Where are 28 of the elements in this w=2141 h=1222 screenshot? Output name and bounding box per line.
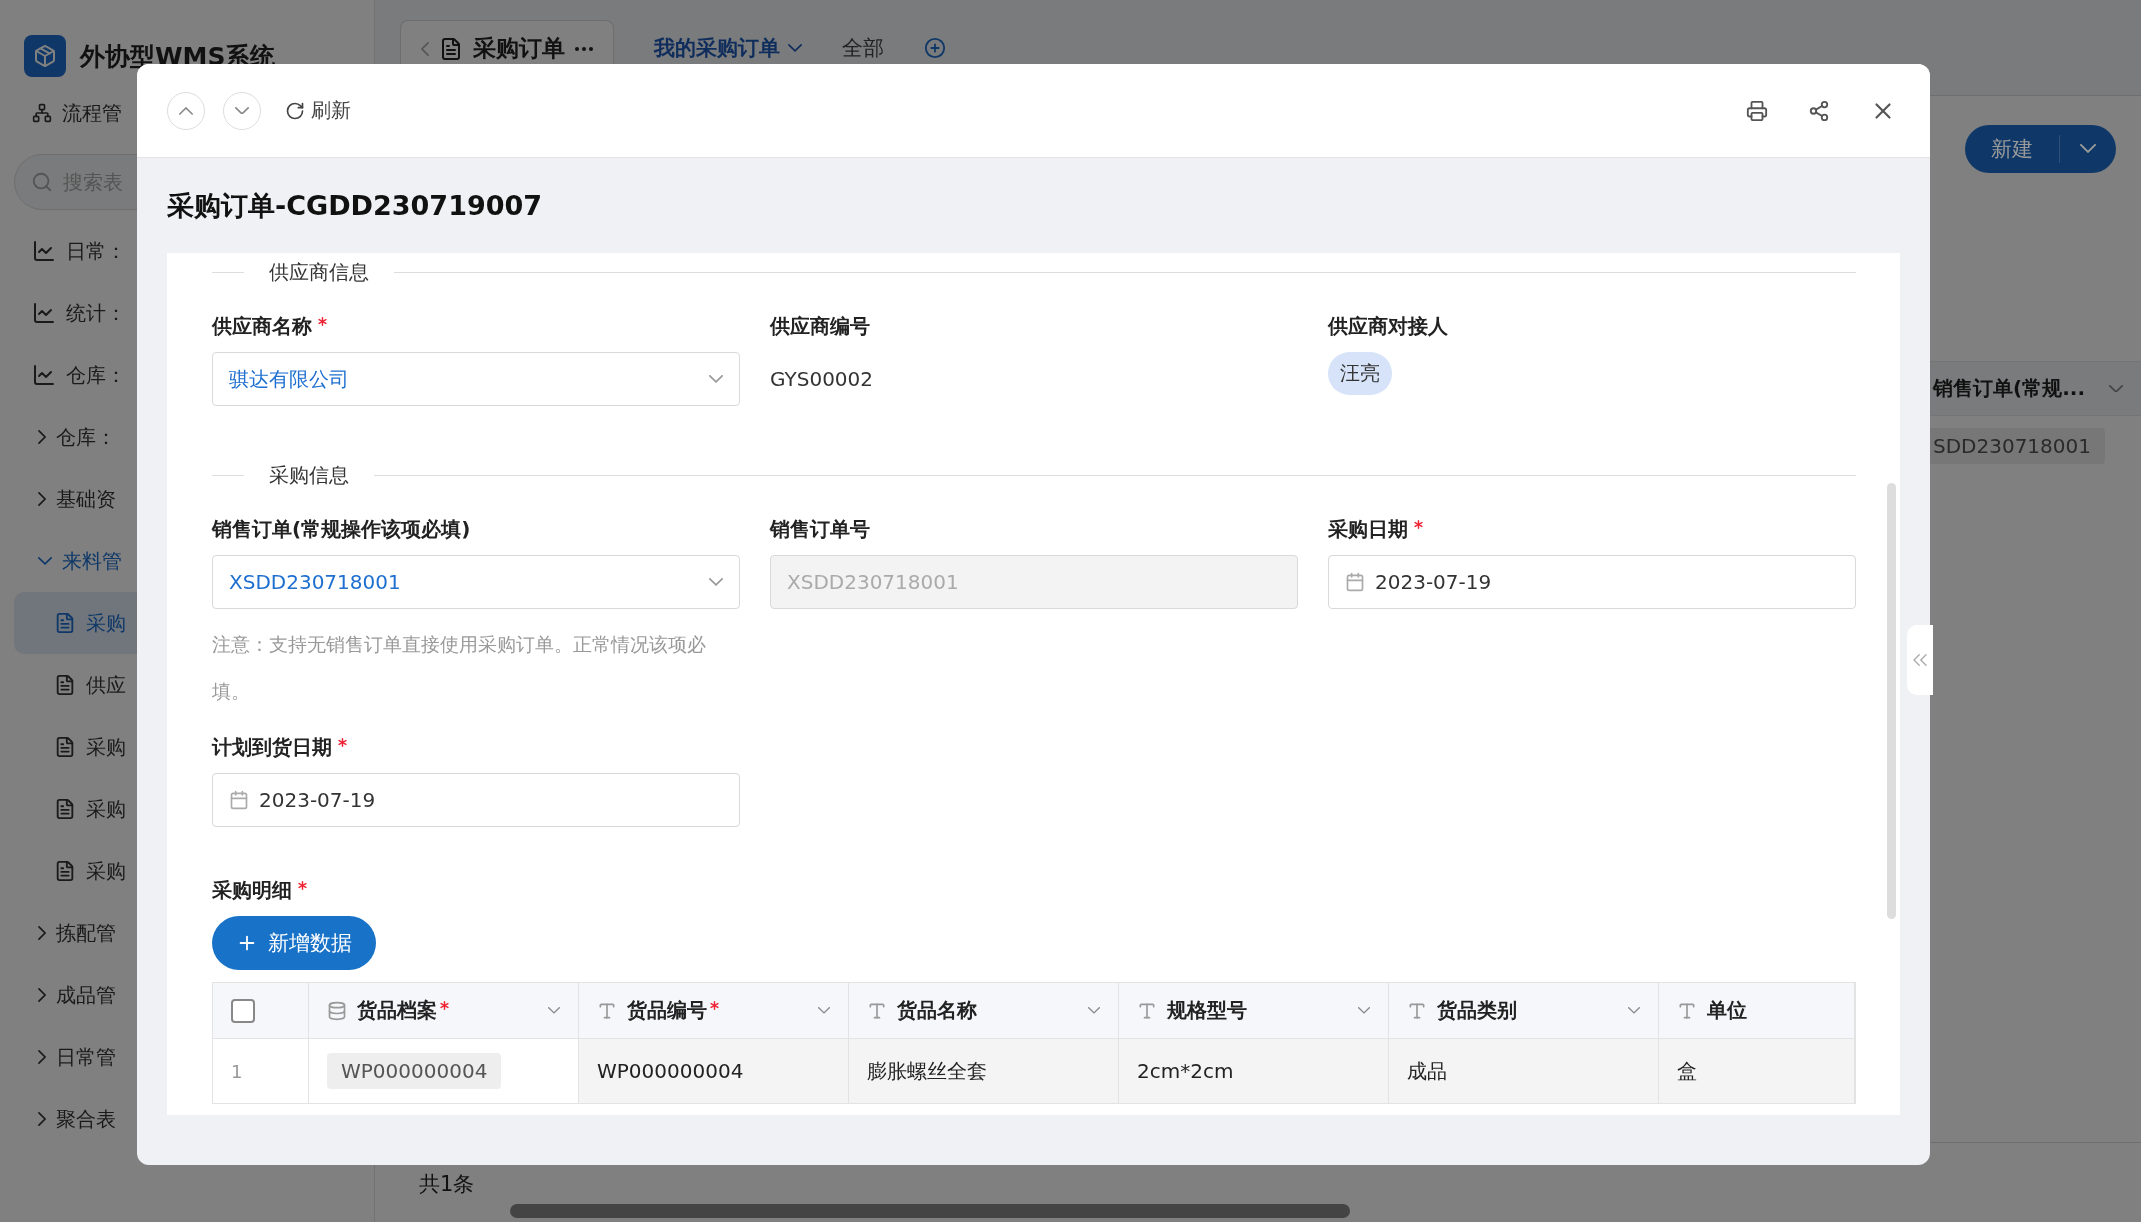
column-header: 销售订单(常规...	[1933, 375, 2085, 402]
dialog-title: 采购订单-CGDD230719007	[166, 189, 544, 223]
field-note: 注意：支持无销售订单直接使用采购订单。正常情况该项必填。	[212, 632, 707, 704]
field-label: 供应商名称	[212, 313, 312, 340]
column-header: 货品编号	[627, 997, 707, 1025]
field-label: 销售订单号	[770, 516, 870, 543]
contact-tag: 汪亮	[1328, 352, 1392, 395]
section-title: 采购信息	[269, 461, 349, 489]
column-header: 货品档案	[357, 997, 437, 1025]
table-cell: 2cm*2cm	[1137, 1059, 1234, 1084]
column-header: 货品类别	[1437, 997, 1517, 1025]
column-header: 规格型号	[1167, 997, 1247, 1025]
field-label: 供应商对接人	[1328, 313, 1448, 340]
field-label: 销售订单(常规操作该项必填)	[212, 516, 471, 543]
column-header: 货品名称	[897, 997, 977, 1025]
table-cell: 成品	[1407, 1057, 1447, 1085]
table-cell: 盒	[1677, 1057, 1697, 1085]
table-cell: 膨胀螺丝全套	[867, 1057, 987, 1085]
row-number: 1	[231, 1060, 243, 1082]
field-label: 计划到货日期	[212, 734, 332, 762]
field-label: 采购明细	[212, 877, 292, 905]
table-cell: WP000000004	[597, 1059, 744, 1084]
record-count: 共1条	[419, 1171, 475, 1198]
field-label: 采购日期	[1328, 516, 1408, 543]
field-label: 供应商编号	[770, 313, 870, 340]
field-value: GYS00002	[770, 366, 874, 393]
column-header: 单位	[1707, 997, 1747, 1025]
section-title: 供应商信息	[269, 258, 369, 286]
